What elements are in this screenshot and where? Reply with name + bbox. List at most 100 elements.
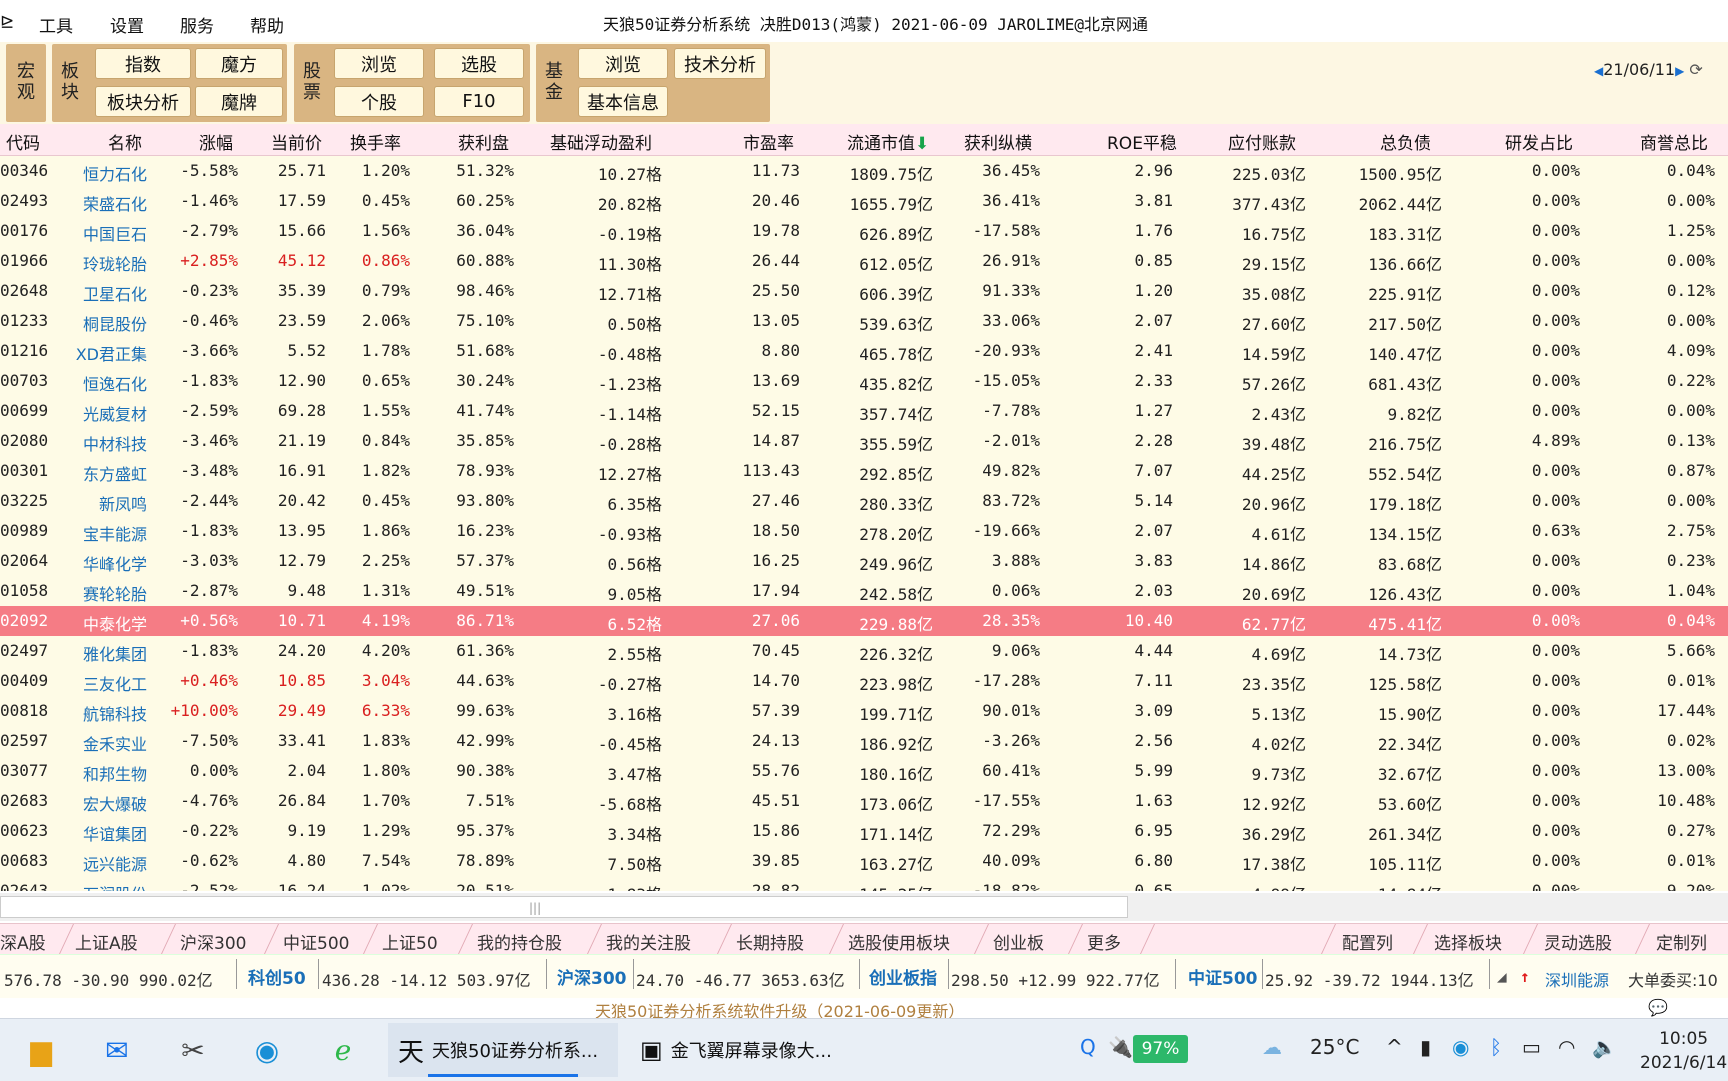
basic-info-button[interactable]: 基本信息 [578, 86, 668, 117]
table-row[interactable]: 00818 航锦科技 +10.00% 29.49 6.33% 99.63% 3.16格 57.… [0, 696, 1728, 726]
menu-services[interactable]: 服务 [180, 12, 214, 37]
system-clock[interactable]: 10:05 2021/6/14 [1640, 1027, 1727, 1075]
cube-button[interactable]: 魔方 [195, 48, 283, 79]
table-row[interactable]: 01966 玲珑轮胎 +2.85% 45.12 0.86% 60.88% 11.30格 26.… [0, 246, 1728, 276]
mail-icon[interactable]: ✉ [96, 1029, 138, 1071]
menu-settings[interactable]: 设置 [110, 12, 144, 37]
horizontal-scrollbar[interactable]: ||| [0, 893, 1728, 921]
refresh-icon[interactable]: ⟳ [1689, 60, 1702, 79]
tab-item[interactable]: 上证A股 [75, 929, 138, 954]
table-row[interactable]: 01233 桐昆股份 -0.46% 23.59 2.06% 75.10% 0.50格 13.0… [0, 306, 1728, 336]
table-row[interactable]: 02080 中材科技 -3.46% 21.19 0.84% 35.85% -0.28格 14.… [0, 426, 1728, 456]
tab-action[interactable]: 灵动选股 [1544, 929, 1612, 954]
tab-action[interactable]: 选择板块 [1434, 929, 1502, 954]
table-row[interactable]: 03225 新凤鸣 -2.44% 20.42 0.45% 93.80% 6.35格 27.46… [0, 486, 1728, 516]
weather-icon[interactable]: ☁ [1262, 1035, 1282, 1059]
taskbar-app-tianlang[interactable]: 天 天狼50证券分析系... [388, 1023, 618, 1077]
search-tray-icon[interactable]: Q [1080, 1035, 1096, 1059]
taskbar-app-recorder[interactable]: ▣ 金飞翼屏幕录像大... [630, 1023, 860, 1077]
magic-card-button[interactable]: 魔牌 [195, 86, 283, 117]
table-row[interactable]: 01058 赛轮轮胎 -2.87% 9.48 1.31% 49.51% 9.05格 17.94… [0, 576, 1728, 606]
tab-item[interactable]: 中证500 [283, 929, 349, 954]
table-row[interactable]: 00699 光威复材 -2.59% 69.28 1.55% 41.74% -1.14格 52.… [0, 396, 1728, 426]
tab-action[interactable]: 定制列 [1656, 929, 1707, 954]
edge-browser-icon[interactable]: ◉ [246, 1029, 288, 1071]
table-row[interactable]: 02643 万润股份 -2.52% 16.24 1.02% 20.51% -1.83格 28.… [0, 876, 1728, 891]
col-profit-range[interactable]: 获利纵横 [964, 129, 1032, 154]
col-code[interactable]: 代码 [6, 129, 40, 154]
tab-item[interactable]: 更多 [1087, 929, 1121, 954]
tab-action[interactable]: 配置列 [1342, 929, 1393, 954]
tab-item[interactable]: 选股使用板块 [848, 929, 950, 954]
col-roe[interactable]: ROE平稳 [1107, 129, 1177, 154]
table-row[interactable]: 00703 恒逸石化 -1.83% 12.90 0.65% 30.24% -1.23格 13.… [0, 366, 1728, 396]
col-market-cap[interactable]: 流通市值⬇ [847, 129, 929, 154]
power-plug-icon[interactable]: 🔌 [1108, 1035, 1133, 1059]
chat-icon[interactable]: 💬 [1648, 998, 1668, 1017]
chart-icon[interactable]: ◢ [1497, 967, 1507, 986]
tab-item[interactable]: 创业板 [993, 929, 1044, 954]
next-date-icon[interactable]: ▶ [1675, 64, 1684, 78]
scrollbar-thumb[interactable]: ||| [0, 896, 1128, 918]
stock-select-button[interactable]: 选股 [434, 48, 524, 79]
table-row[interactable]: 00989 宝丰能源 -1.83% 13.95 1.86% 16.23% -0.93格 18.… [0, 516, 1728, 546]
battery-tray-icon[interactable]: ▭ [1522, 1035, 1541, 1059]
col-payables[interactable]: 应付账款 [1228, 129, 1296, 154]
tab-item[interactable]: 上证50 [382, 929, 438, 954]
macro-label[interactable]: 宏观 [16, 61, 36, 103]
ticker-name-hs300[interactable]: 沪深300 [557, 964, 627, 989]
phone-icon[interactable]: ▮ [1420, 1035, 1431, 1059]
tab-item[interactable]: 长期持股 [736, 929, 804, 954]
table-row[interactable]: 02497 雅化集团 -1.83% 24.20 4.20% 61.36% 2.55格 70.4… [0, 636, 1728, 666]
table-row[interactable]: 00683 远兴能源 -0.62% 4.80 7.54% 78.89% 7.50格 39.85… [0, 846, 1728, 876]
wifi-icon[interactable]: ◠ [1558, 1035, 1575, 1059]
edge-tray-icon[interactable]: ◉ [1452, 1035, 1469, 1059]
table-row[interactable]: 02064 华峰化学 -3.03% 12.79 2.25% 57.37% 0.56格 16.2… [0, 546, 1728, 576]
table-row[interactable]: 00409 三友化工 +0.46% 10.85 3.04% 44.63% -0.27格 14.… [0, 666, 1728, 696]
menu-tools[interactable]: 工具 [39, 12, 73, 37]
menu-help[interactable]: 帮助 [250, 12, 284, 37]
table-row[interactable]: 01216 XD君正集 -3.66% 5.52 1.78% 51.68% -0.48格 8.8… [0, 336, 1728, 366]
ticker-name-kc50[interactable]: 科创50 [248, 964, 306, 989]
settings-app-icon[interactable]: ✂ [172, 1029, 214, 1071]
table-row[interactable]: 00176 中国巨石 -2.79% 15.66 1.56% 36.04% -0.19格 19.… [0, 216, 1728, 246]
table-row[interactable]: 02648 卫星石化 -0.23% 35.39 0.79% 98.46% 12.71格 25.… [0, 276, 1728, 306]
table-row[interactable]: 00346 恒力石化 -5.58% 25.71 1.20% 51.32% 10.27格 11.… [0, 156, 1728, 186]
col-total-debt[interactable]: 总负债 [1380, 129, 1431, 154]
prev-date-icon[interactable]: ◀ [1594, 64, 1603, 78]
table-row[interactable]: 02597 金禾实业 -7.50% 33.41 1.83% 42.99% -0.45格 24.… [0, 726, 1728, 756]
col-name[interactable]: 名称 [108, 129, 142, 154]
col-profit[interactable]: 获利盘 [458, 129, 509, 154]
col-change[interactable]: 涨幅 [199, 129, 233, 154]
macro-group[interactable]: 宏观 [6, 44, 46, 122]
ticker-name-cyb[interactable]: 创业板指 [869, 964, 937, 989]
table-row[interactable]: 00301 东方盛虹 -3.48% 16.91 1.82% 78.93% 12.27格 113… [0, 456, 1728, 486]
ie-browser-icon[interactable]: ℯ [322, 1029, 364, 1071]
tab-item[interactable]: 深A股 [0, 929, 46, 954]
table-row[interactable]: 00623 华谊集团 -0.22% 9.19 1.29% 95.37% 3.34格 15.86… [0, 816, 1728, 846]
technical-analysis-button[interactable]: 技术分析 [674, 48, 766, 79]
fund-browse-button[interactable]: 浏览 [578, 48, 668, 79]
tab-item[interactable]: 我的持仓股 [477, 929, 562, 954]
chevron-up-icon[interactable]: ^ [1386, 1035, 1403, 1059]
col-goodwill[interactable]: 商誉总比 [1640, 129, 1708, 154]
col-pe[interactable]: 市盈率 [743, 129, 794, 154]
col-rd-ratio[interactable]: 研发占比 [1505, 129, 1573, 154]
col-float-profit[interactable]: 基础浮动盈利 [550, 129, 652, 154]
bluetooth-icon[interactable]: ᛒ [1490, 1035, 1502, 1059]
col-price[interactable]: 当前价 [271, 129, 322, 154]
ticker-name-zz500[interactable]: 中证500 [1188, 964, 1258, 989]
table-row[interactable]: 02092 中泰化学 +0.56% 10.71 4.19% 86.71% 6.52格 27.0… [0, 606, 1728, 636]
stock-browse-button[interactable]: 浏览 [334, 48, 424, 79]
table-row[interactable]: 02683 宏大爆破 -4.76% 26.84 1.70% 7.51% -5.68格 45.5… [0, 786, 1728, 816]
alert-stock[interactable]: 深圳能源 [1545, 967, 1609, 991]
f10-button[interactable]: F10 [434, 86, 524, 117]
volume-icon[interactable]: 🔈 [1592, 1035, 1617, 1059]
file-explorer-icon[interactable]: ▆ [20, 1029, 62, 1071]
single-stock-button[interactable]: 个股 [334, 86, 424, 117]
battery-indicator[interactable]: 97% [1133, 1035, 1188, 1063]
tab-item[interactable]: 我的关注股 [606, 929, 691, 954]
tab-item[interactable]: 沪深300 [180, 929, 246, 954]
index-button[interactable]: 指数 [95, 48, 191, 79]
menu-item-0[interactable]: ⊵ [0, 12, 14, 32]
